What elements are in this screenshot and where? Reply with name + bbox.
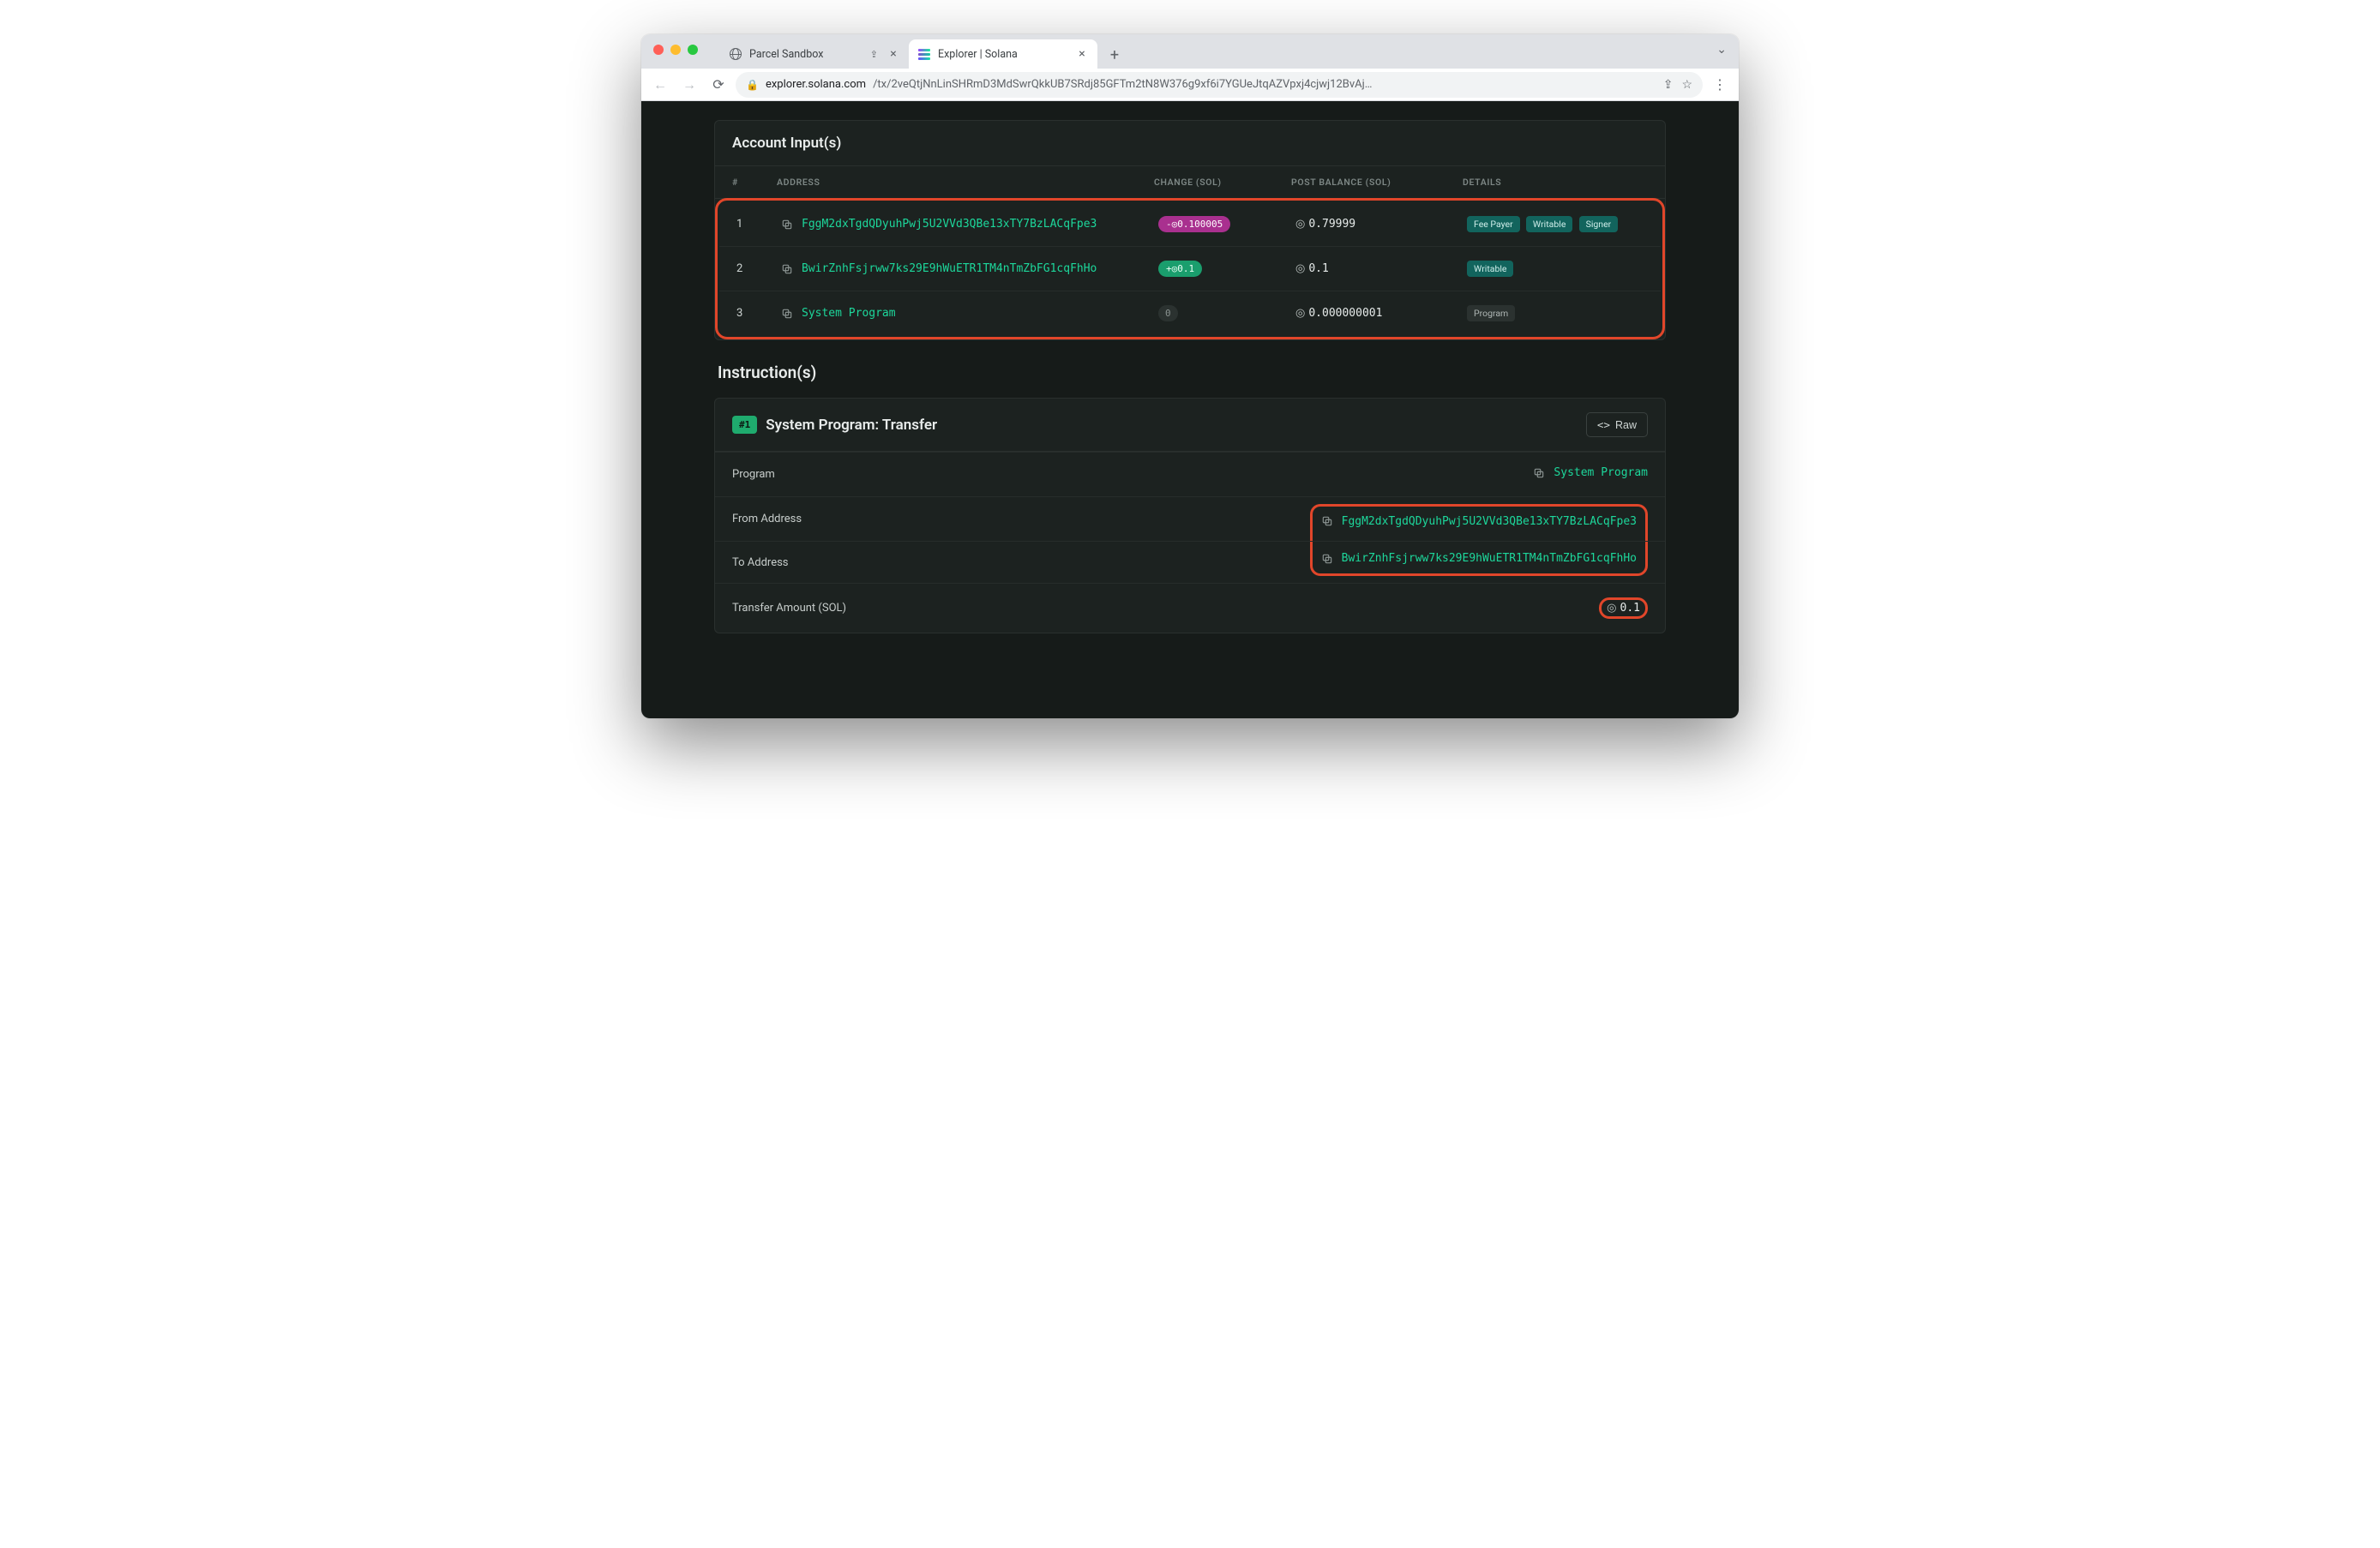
window-controls [653,45,698,55]
close-window[interactable] [653,45,664,55]
lock-icon: 🔒 [746,79,759,91]
program-link[interactable]: System Program [1554,466,1648,479]
accounts-table: # ADDRESS CHANGE (SOL) POST BALANCE (SOL… [715,166,1665,199]
sol-symbol-icon: ◎ [1295,262,1305,275]
copy-icon[interactable] [1533,467,1545,479]
tab-label: Parcel Sandbox [749,48,863,61]
from-address-link[interactable]: FggM2dxTgdQDyuhPwj5U2VVd3QBe13xTY7BzLACq… [1342,515,1637,528]
address-link[interactable]: FggM2dxTgdQDyuhPwj5U2VVd3QBe13xTY7BzLACq… [802,218,1097,231]
back-button[interactable]: ← [648,73,672,97]
raw-toggle-button[interactable]: <> Raw [1586,412,1648,437]
tab-label: Explorer | Solana [938,48,1068,61]
url-domain: explorer.solana.com [766,78,866,91]
toolbar: ← → ⟳ 🔒 explorer.solana.com /tx/2veQtjNn… [641,69,1739,101]
page-content: Account Input(s) # ADDRESS CHANGE (SOL) … [641,101,1739,718]
tab-explorer-solana[interactable]: Explorer | Solana × [909,39,1097,69]
row-index: 3 [719,291,764,336]
highlight-from-to: BwirZnhFsjrww7ks29E9hWuETR1TM4nTmZbFG1cq… [1310,542,1648,576]
instruction-number: #1 [732,416,757,434]
address-link[interactable]: BwirZnhFsjrww7ks29E9hWuETR1TM4nTmZbFG1cq… [802,262,1097,275]
new-tab-button[interactable]: + [1103,43,1127,67]
minimize-window[interactable] [670,45,681,55]
reload-button[interactable]: ⟳ [706,73,730,97]
row-index: 2 [719,247,764,291]
card-title: Account Input(s) [715,121,1665,166]
copy-icon[interactable] [1321,515,1333,527]
highlight-accounts: 1 FggM2dxTgdQDyuhPwj5U2VVd3QBe13xTY7BzLA… [715,198,1665,339]
highlight-from-to: FggM2dxTgdQDyuhPwj5U2VVd3QBe13xTY7BzLACq… [1310,504,1648,542]
maximize-window[interactable] [688,45,698,55]
sol-symbol-icon: ◎ [1295,307,1305,320]
row-index: 1 [719,202,764,247]
browser-window: Parcel Sandbox ⇪ × Explorer | Solana × +… [641,34,1739,718]
instruction-details: Program System Program From Address [715,452,1665,633]
table-row: 1 FggM2dxTgdQDyuhPwj5U2VVd3QBe13xTY7BzLA… [719,202,1661,247]
post-balance: 0.000000001 [1308,307,1382,320]
sol-symbol-icon: ◎ [1607,602,1616,615]
change-badge: +◎0.1 [1158,261,1202,277]
star-icon[interactable]: ☆ [1681,78,1692,92]
change-badge: 0 [1158,305,1178,321]
instruction-card: #1 System Program: Transfer <> Raw Progr… [714,398,1666,633]
tag-writable: Writable [1467,261,1513,277]
copy-icon[interactable] [781,263,793,275]
menu-button[interactable]: ⋮ [1708,76,1732,93]
chevron-down-icon[interactable]: ⌄ [1716,43,1727,57]
close-icon[interactable]: × [886,47,900,61]
to-address-link[interactable]: BwirZnhFsjrww7ks29E9hWuETR1TM4nTmZbFG1cq… [1342,552,1637,565]
tag-program: Program [1467,305,1515,321]
post-balance: 0.79999 [1308,218,1355,231]
titlebar: Parcel Sandbox ⇪ × Explorer | Solana × +… [641,34,1739,69]
instruction-title: System Program: Transfer [766,417,937,434]
col-address: ADDRESS [760,166,1137,199]
forward-button[interactable]: → [677,73,701,97]
sol-symbol-icon: ◎ [1295,218,1305,231]
share-icon[interactable]: ⇪ [1663,78,1674,92]
instructions-heading: Instruction(s) [718,363,1666,382]
label-from: From Address [715,496,986,542]
highlight-amount: ◎ 0.1 [1599,597,1648,619]
tag-signer: Signer [1579,216,1619,232]
tag-writable: Writable [1526,216,1572,232]
globe-icon [729,47,742,61]
pin-icon: ⇪ [870,49,878,60]
col-change: CHANGE (SOL) [1137,166,1274,199]
close-icon[interactable]: × [1075,47,1089,61]
code-icon: <> [1597,418,1610,431]
table-row: 2 BwirZnhFsjrww7ks29E9hWuETR1TM4nTmZbFG1… [719,247,1661,291]
col-post: POST BALANCE (SOL) [1274,166,1445,199]
raw-label: Raw [1615,419,1637,431]
col-index: # [715,166,760,199]
tag-fee-payer: Fee Payer [1467,216,1520,232]
label-program: Program [715,453,986,497]
change-badge: -◎0.100005 [1158,216,1230,232]
program-link[interactable]: System Program [802,307,896,320]
tab-strip: Parcel Sandbox ⇪ × Explorer | Solana × + [720,34,1127,69]
table-row: 3 System Program 0 [719,291,1661,336]
url-path: /tx/2veQtjNnLinSHRmD3MdSwrQkkUB7SRdj85GF… [873,78,1656,91]
copy-icon[interactable] [781,219,793,231]
address-bar[interactable]: 🔒 explorer.solana.com /tx/2veQtjNnLinSHR… [736,72,1703,98]
label-amount: Transfer Amount (SOL) [715,584,986,633]
transfer-amount: 0.1 [1620,602,1640,615]
label-to: To Address [715,542,986,584]
copy-icon[interactable] [781,308,793,320]
account-inputs-card: Account Input(s) # ADDRESS CHANGE (SOL) … [714,120,1666,340]
solana-icon [917,47,931,61]
post-balance: 0.1 [1308,262,1328,275]
copy-icon[interactable] [1321,553,1333,565]
tab-parcel-sandbox[interactable]: Parcel Sandbox ⇪ × [720,39,909,69]
col-details: DETAILS [1445,166,1665,199]
